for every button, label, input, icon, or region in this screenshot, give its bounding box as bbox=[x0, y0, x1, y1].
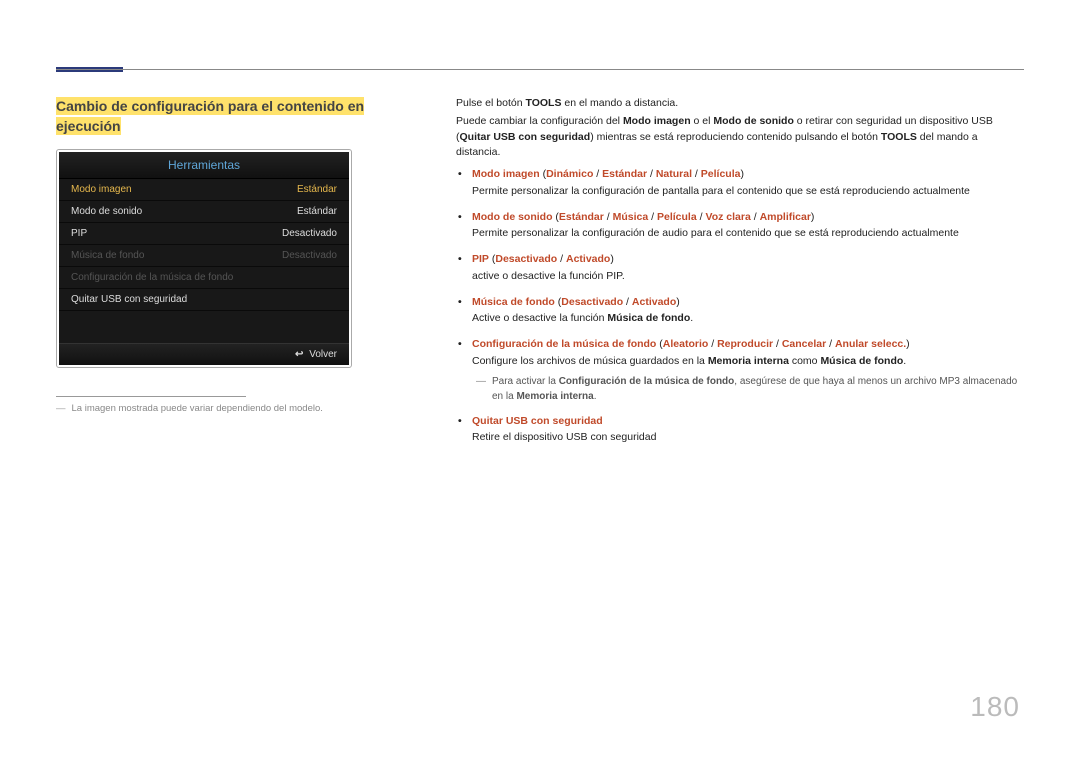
return-icon: ↩ bbox=[295, 349, 303, 360]
bullet-modo-imagen: Modo imagen (Dinámico / Estándar / Natur… bbox=[456, 167, 1024, 200]
menu-row-musica-fondo: Música de fondo Desactivado bbox=[59, 245, 349, 267]
bullet-list: Modo imagen (Dinámico / Estándar / Natur… bbox=[456, 167, 1024, 446]
menu-row-modo-sonido: Modo de sonido Estándar bbox=[59, 201, 349, 223]
menu-row-modo-imagen: Modo imagen Estándar bbox=[59, 179, 349, 201]
note: Para activar la Configuración de la músi… bbox=[472, 374, 1024, 404]
menu-row-label: Música de fondo bbox=[71, 250, 144, 261]
bullet-desc: active o desactive la función PIP. bbox=[472, 269, 1024, 285]
page-number: 180 bbox=[970, 691, 1020, 723]
page-content: Cambio de configuración para el contenid… bbox=[0, 0, 1080, 496]
footnote-text: La imagen mostrada puede variar dependie… bbox=[72, 403, 323, 414]
bullet-desc: Permite personalizar la configuración de… bbox=[472, 184, 1024, 200]
menu-row-label: Configuración de la música de fondo bbox=[71, 272, 233, 283]
menu-row-label: Modo de sonido bbox=[71, 206, 142, 217]
bullet-config-musica: Configuración de la música de fondo (Ale… bbox=[456, 337, 1024, 404]
menu-row-value: Estándar bbox=[297, 184, 337, 195]
footnote: La imagen mostrada puede variar dependie… bbox=[56, 403, 416, 414]
menu-row-value: Desactivado bbox=[282, 228, 337, 239]
menu-row-pip: PIP Desactivado bbox=[59, 223, 349, 245]
bullet-desc: Retire el dispositivo USB con seguridad bbox=[472, 430, 1024, 446]
bullet-desc: Active o desactive la función Música de … bbox=[472, 311, 1024, 327]
menu-row-value: Estándar bbox=[297, 206, 337, 217]
menu-row-label: Modo imagen bbox=[71, 184, 132, 195]
tools-menu-header: Herramientas bbox=[59, 152, 349, 179]
tools-menu-screenshot: Herramientas Modo imagen Estándar Modo d… bbox=[56, 149, 352, 368]
left-column: Cambio de configuración para el contenid… bbox=[56, 96, 416, 456]
menu-row-value: Desactivado bbox=[282, 250, 337, 261]
bullet-desc: Configure los archivos de música guardad… bbox=[472, 354, 1024, 370]
section-title: Cambio de configuración para el contenid… bbox=[56, 96, 416, 137]
bullet-pip: PIP (Desactivado / Activado) active o de… bbox=[456, 252, 1024, 285]
bullet-quitar-usb: Quitar USB con seguridad Retire el dispo… bbox=[456, 414, 1024, 447]
menu-blank-area bbox=[59, 311, 349, 343]
footnote-divider bbox=[56, 396, 246, 397]
menu-row-label: Quitar USB con seguridad bbox=[71, 294, 187, 305]
intro-p2: Puede cambiar la configuración del Modo … bbox=[456, 114, 1024, 161]
section-title-line2: ejecución bbox=[56, 117, 121, 135]
menu-row-config-musica: Configuración de la música de fondo bbox=[59, 267, 349, 289]
bullet-musica-fondo: Música de fondo (Desactivado / Activado)… bbox=[456, 295, 1024, 328]
header-divider bbox=[56, 69, 1024, 70]
right-column: Pulse el botón TOOLS en el mando a dista… bbox=[456, 96, 1024, 456]
bullet-modo-sonido: Modo de sonido (Estándar / Música / Pelí… bbox=[456, 210, 1024, 243]
menu-row-quitar-usb: Quitar USB con seguridad bbox=[59, 289, 349, 311]
section-title-line1: Cambio de configuración para el contenid… bbox=[56, 97, 364, 115]
menu-row-label: PIP bbox=[71, 228, 87, 239]
intro-p1: Pulse el botón TOOLS en el mando a dista… bbox=[456, 96, 1024, 112]
bullet-desc: Permite personalizar la configuración de… bbox=[472, 226, 1024, 242]
menu-footer: ↩ Volver bbox=[59, 343, 349, 365]
menu-footer-text: Volver bbox=[309, 349, 337, 360]
